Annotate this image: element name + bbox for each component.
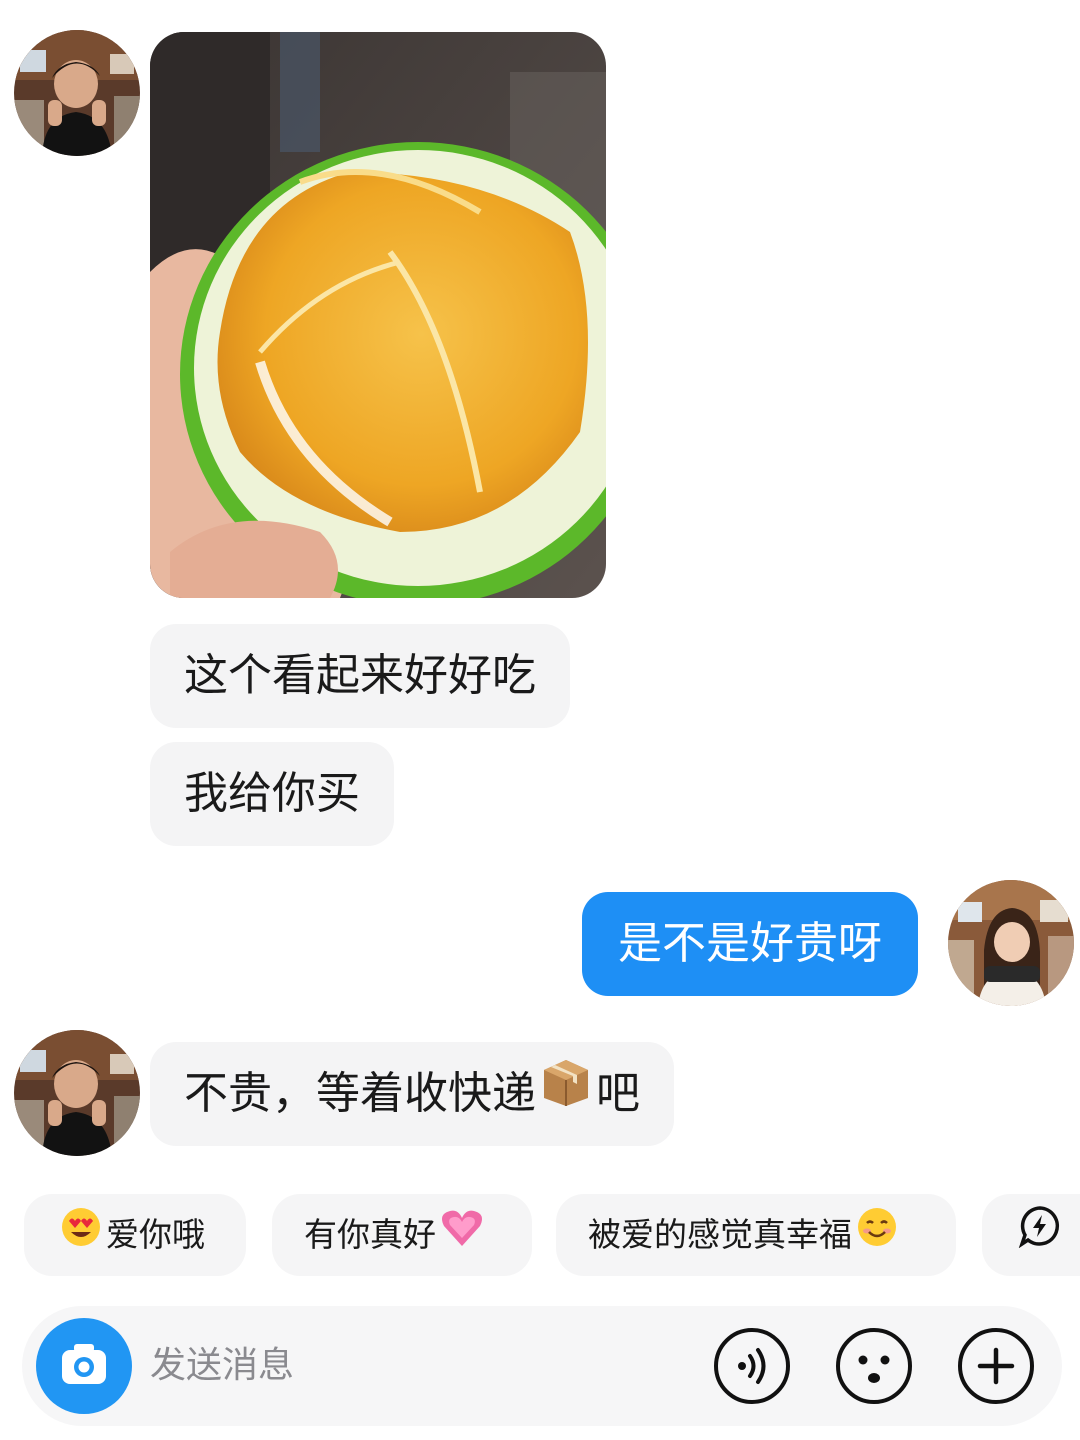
quick-reply-chip[interactable]	[982, 1194, 1080, 1276]
voice-button[interactable]	[712, 1326, 792, 1406]
heart-eyes-emoji	[60, 1196, 102, 1278]
emoji-face-icon	[836, 1328, 912, 1404]
quick-reply-label: 被爱的感觉真幸福	[588, 1215, 852, 1254]
emoji-button[interactable]	[834, 1326, 914, 1406]
message-bubble-incoming[interactable]: 不贵，等着收快递 吧	[150, 1042, 674, 1146]
message-image-orange[interactable]	[150, 32, 606, 598]
voice-icon	[714, 1328, 790, 1404]
message-text: 不贵，等着收快递	[184, 1068, 536, 1119]
message-text: 这个看起来好好吃	[184, 650, 536, 701]
message-bubble-incoming[interactable]: 这个看起来好好吃	[150, 624, 570, 728]
growing-heart-emoji	[440, 1196, 484, 1278]
camera-button[interactable]	[36, 1318, 132, 1414]
message-input-placeholder: 发送消息	[150, 1345, 295, 1386]
quick-reply-chip[interactable]: 有你真好	[272, 1194, 532, 1276]
avatar-photo-male	[14, 30, 140, 156]
chat-screen: 这个看起来好好吃 我给你买 是不是好贵呀 不贵，等着收快递 吧 爱你哦 有你真好…	[0, 0, 1080, 1440]
message-text: 是不是好贵呀	[618, 918, 882, 969]
package-emoji	[538, 1044, 594, 1148]
smiling-blush-emoji	[856, 1196, 898, 1278]
contact-avatar[interactable]	[14, 30, 140, 156]
plus-button[interactable]	[956, 1326, 1036, 1406]
my-avatar[interactable]	[948, 880, 1074, 1006]
avatar-photo-male	[14, 1030, 140, 1156]
bolt-chat-icon	[1018, 1196, 1062, 1278]
orange-photo	[150, 32, 606, 598]
camera-icon	[62, 1344, 106, 1384]
quick-reply-bar: 爱你哦 有你真好 被爱的感觉真幸福	[0, 1194, 1080, 1278]
plus-icon	[958, 1328, 1034, 1404]
quick-reply-label: 爱你哦	[106, 1215, 205, 1254]
quick-reply-label: 有你真好	[304, 1215, 436, 1254]
message-composer: 发送消息	[22, 1306, 1062, 1426]
avatar-photo-female	[948, 880, 1074, 1006]
quick-reply-chip[interactable]: 被爱的感觉真幸福	[556, 1194, 956, 1276]
message-bubble-incoming[interactable]: 我给你买	[150, 742, 394, 846]
contact-avatar[interactable]	[14, 1030, 140, 1156]
message-text: 吧	[596, 1068, 640, 1119]
message-bubble-outgoing[interactable]: 是不是好贵呀	[582, 892, 918, 996]
message-input[interactable]: 发送消息	[150, 1306, 294, 1426]
quick-reply-chip[interactable]: 爱你哦	[24, 1194, 246, 1276]
message-text: 我给你买	[184, 768, 360, 819]
